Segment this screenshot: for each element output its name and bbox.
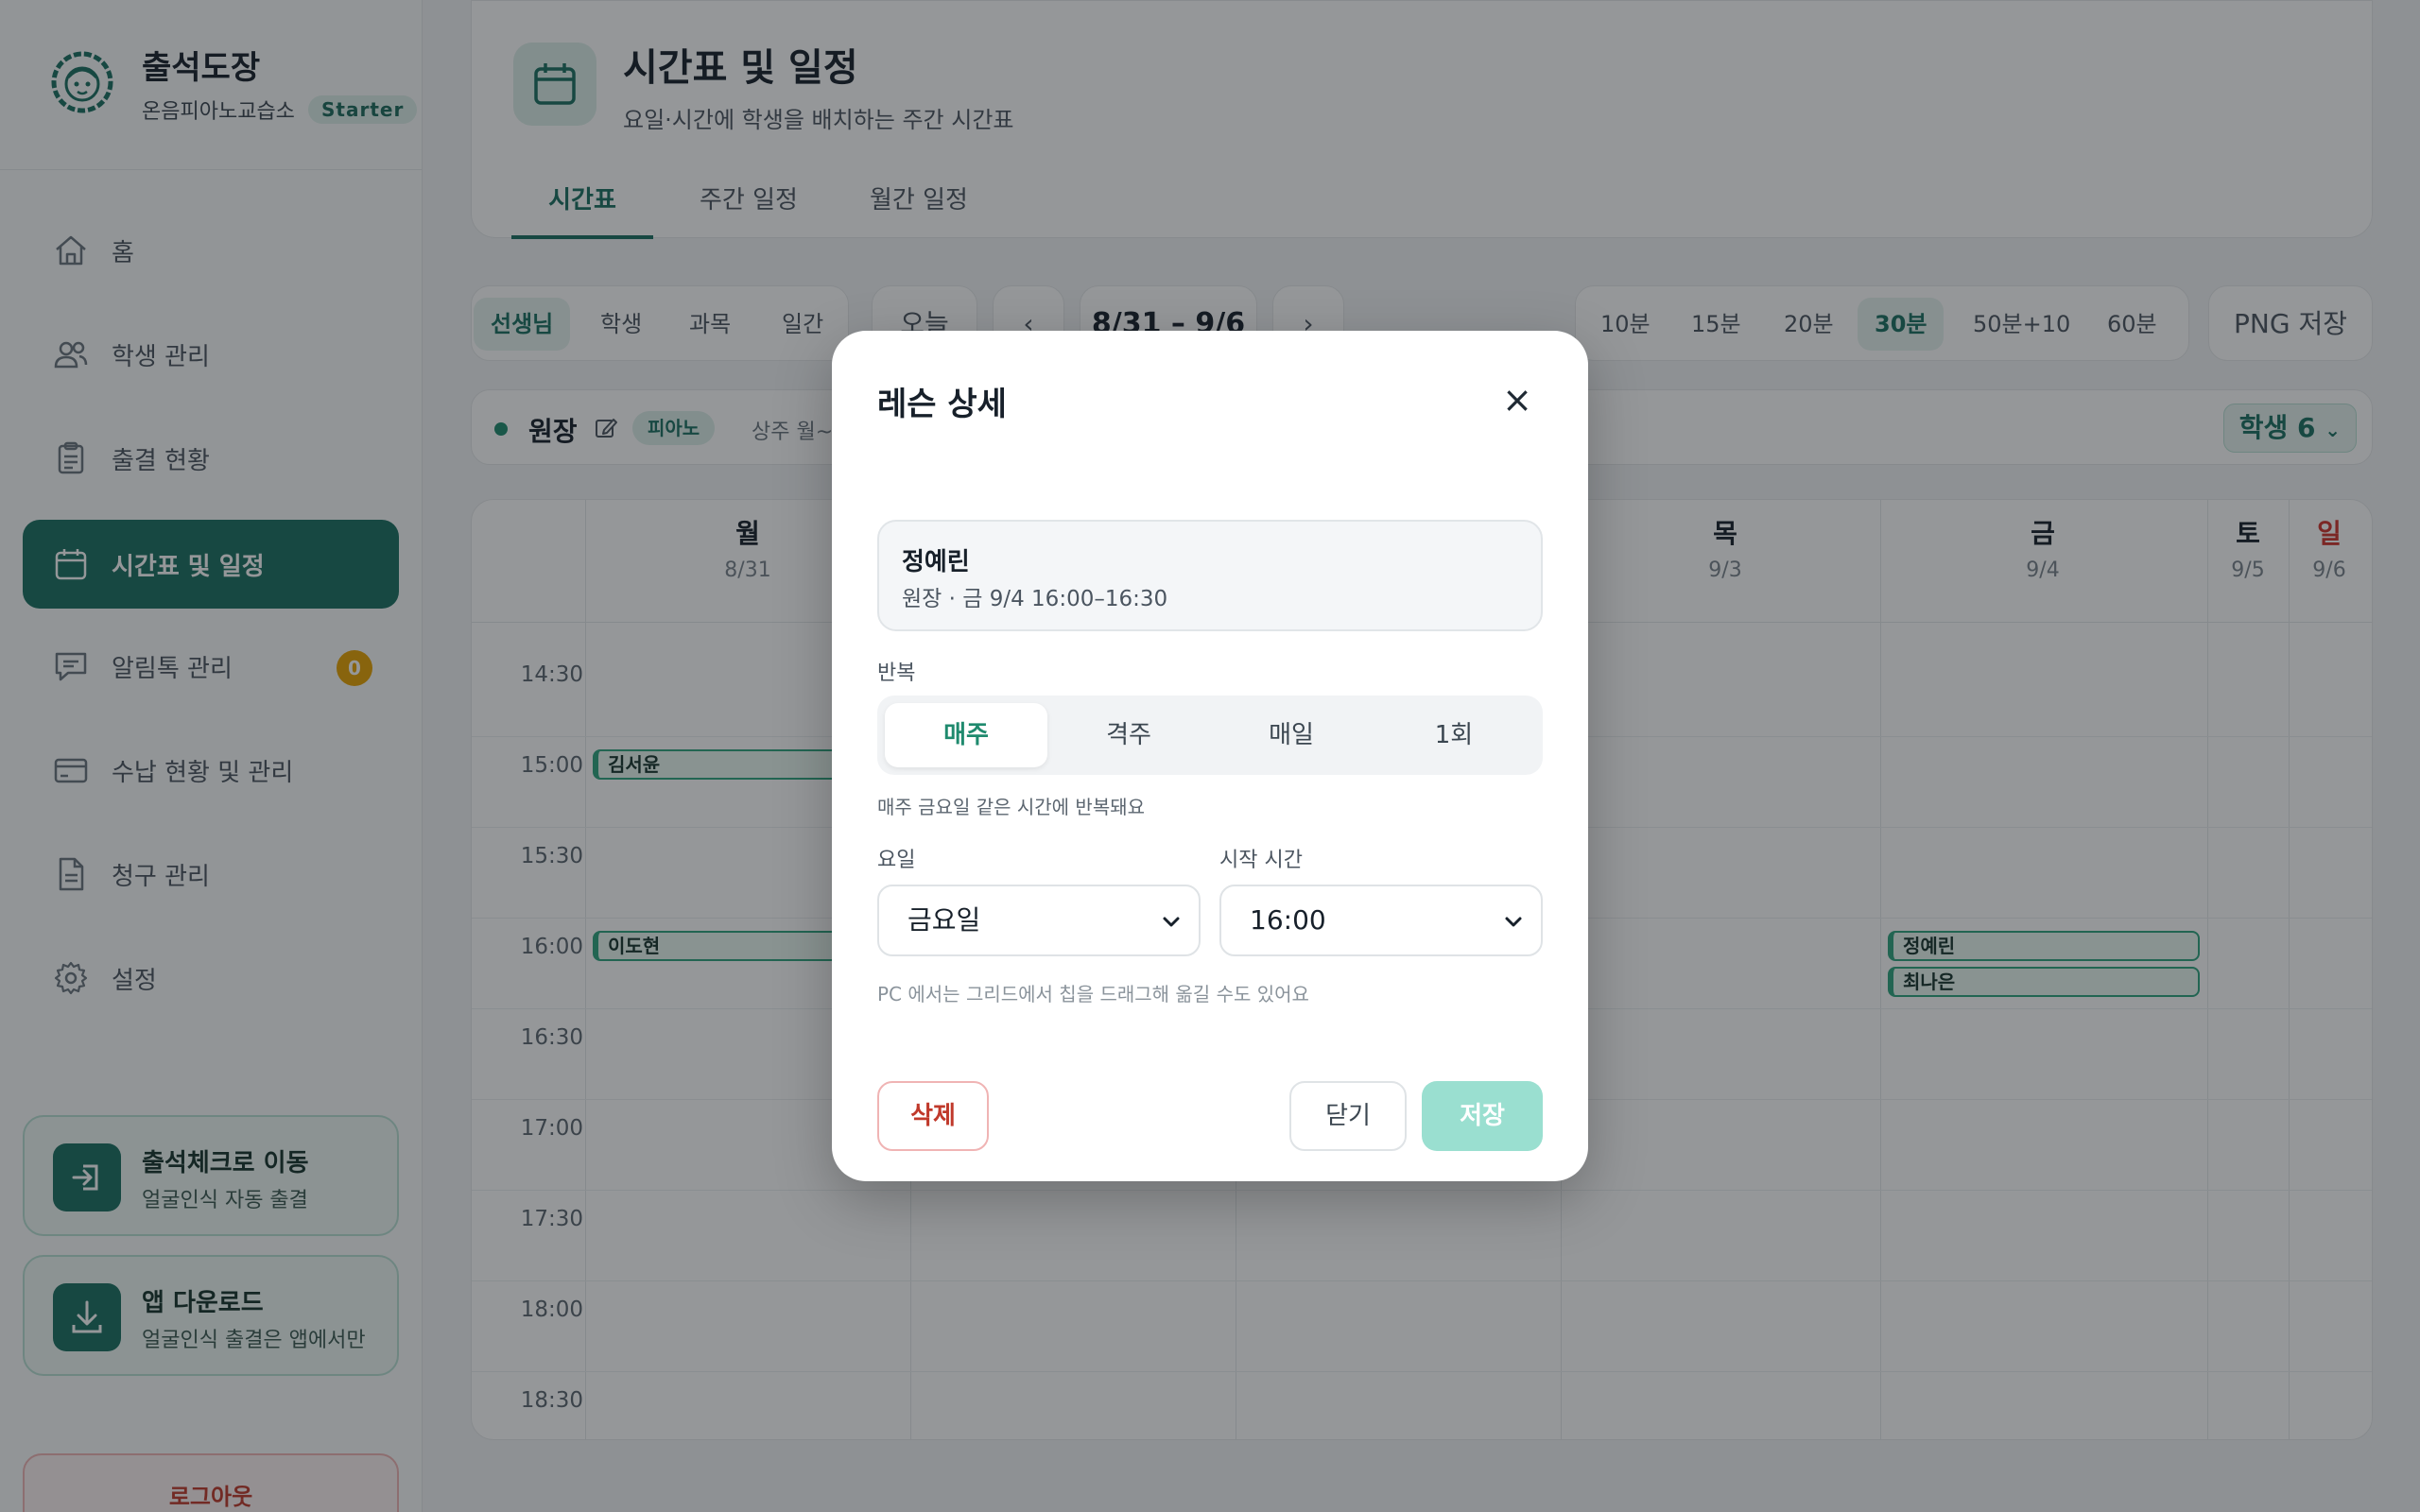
repeat-biweekly[interactable]: 격주 <box>1047 703 1210 767</box>
day-select-value: 금요일 <box>908 904 981 936</box>
repeat-once[interactable]: 1회 <box>1373 703 1535 767</box>
repeat-options: 매주 격주 매일 1회 <box>877 696 1543 775</box>
lesson-meta: 원장 · 금 9/4 16:00–16:30 <box>902 587 1168 611</box>
lesson-student-name: 정예린 <box>902 548 970 576</box>
start-time-label: 시작 시간 <box>1219 849 1303 872</box>
chevron-down-icon <box>1163 917 1180 927</box>
close-icon[interactable]: × <box>1494 376 1541 423</box>
start-time-value: 16:00 <box>1250 904 1326 936</box>
save-button[interactable]: 저장 <box>1422 1081 1543 1151</box>
repeat-hint: 매주 금요일 같은 시간에 반복돼요 <box>877 796 1146 818</box>
lesson-summary-card: 정예린 원장 · 금 9/4 16:00–16:30 <box>877 520 1543 631</box>
delete-button[interactable]: 삭제 <box>877 1081 989 1151</box>
close-button[interactable]: 닫기 <box>1289 1081 1407 1151</box>
modal-title: 레슨 상세 <box>877 386 1007 423</box>
start-time-select[interactable]: 16:00 <box>1219 885 1543 956</box>
chevron-down-icon <box>1505 917 1522 927</box>
lesson-detail-modal: 레슨 상세 × 정예린 원장 · 금 9/4 16:00–16:30 반복 매주… <box>832 331 1588 1181</box>
repeat-label: 반복 <box>877 662 916 685</box>
day-select[interactable]: 금요일 <box>877 885 1201 956</box>
drag-hint: PC 에서는 그리드에서 칩을 드래그해 옮길 수도 있어요 <box>877 983 1309 1005</box>
repeat-daily[interactable]: 매일 <box>1210 703 1373 767</box>
day-label: 요일 <box>877 849 916 872</box>
repeat-weekly[interactable]: 매주 <box>885 703 1047 767</box>
